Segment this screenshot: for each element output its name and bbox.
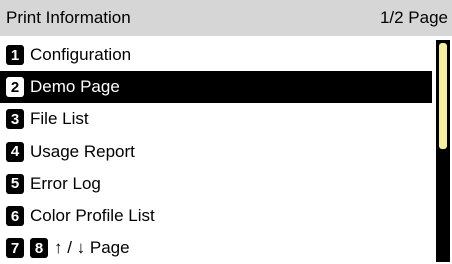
page-nav-label: ↑ / ↓ Page	[54, 238, 130, 258]
menu-item-error-log[interactable]: 5 Error Log	[0, 168, 432, 200]
menu-item-usage-report[interactable]: 4 Usage Report	[0, 136, 432, 168]
key-8-badge[interactable]: 8	[30, 238, 48, 259]
menu-item-label: Configuration	[30, 45, 132, 65]
header-bar: Print Information 1/2 Page	[0, 0, 452, 36]
menu-item-color-profile-list[interactable]: 6 Color Profile List	[0, 200, 432, 232]
print-info-menu: 1 Configuration 2 Demo Page 3 File List …	[0, 39, 432, 264]
menu-item-label: Usage Report	[30, 141, 135, 161]
key-6-badge: 6	[6, 206, 24, 227]
key-3-badge: 3	[6, 109, 24, 130]
menu-item-demo-page[interactable]: 2 Demo Page	[0, 71, 432, 104]
menu-item-configuration[interactable]: 1 Configuration	[0, 39, 432, 71]
menu-item-file-list[interactable]: 3 File List	[0, 103, 432, 135]
key-4-badge: 4	[6, 141, 24, 162]
menu-item-label: Demo Page	[30, 77, 120, 97]
key-2-badge: 2	[6, 77, 24, 98]
menu-item-label: Color Profile List	[30, 206, 155, 226]
scrollbar[interactable]	[436, 40, 450, 262]
page-title: Print Information	[6, 8, 131, 27]
menu-item-label: File List	[30, 109, 89, 129]
key-7-badge[interactable]: 7	[6, 238, 24, 259]
page-nav-row[interactable]: 7 8 ↑ / ↓ Page	[0, 232, 432, 264]
printer-panel-screen: Print Information 1/2 Page 1 Configurati…	[0, 0, 452, 262]
key-5-badge: 5	[6, 173, 24, 194]
menu-item-label: Error Log	[30, 173, 101, 193]
scrollbar-thumb[interactable]	[439, 43, 447, 149]
key-1-badge: 1	[6, 45, 24, 66]
page-indicator: 1/2 Page	[379, 8, 448, 27]
